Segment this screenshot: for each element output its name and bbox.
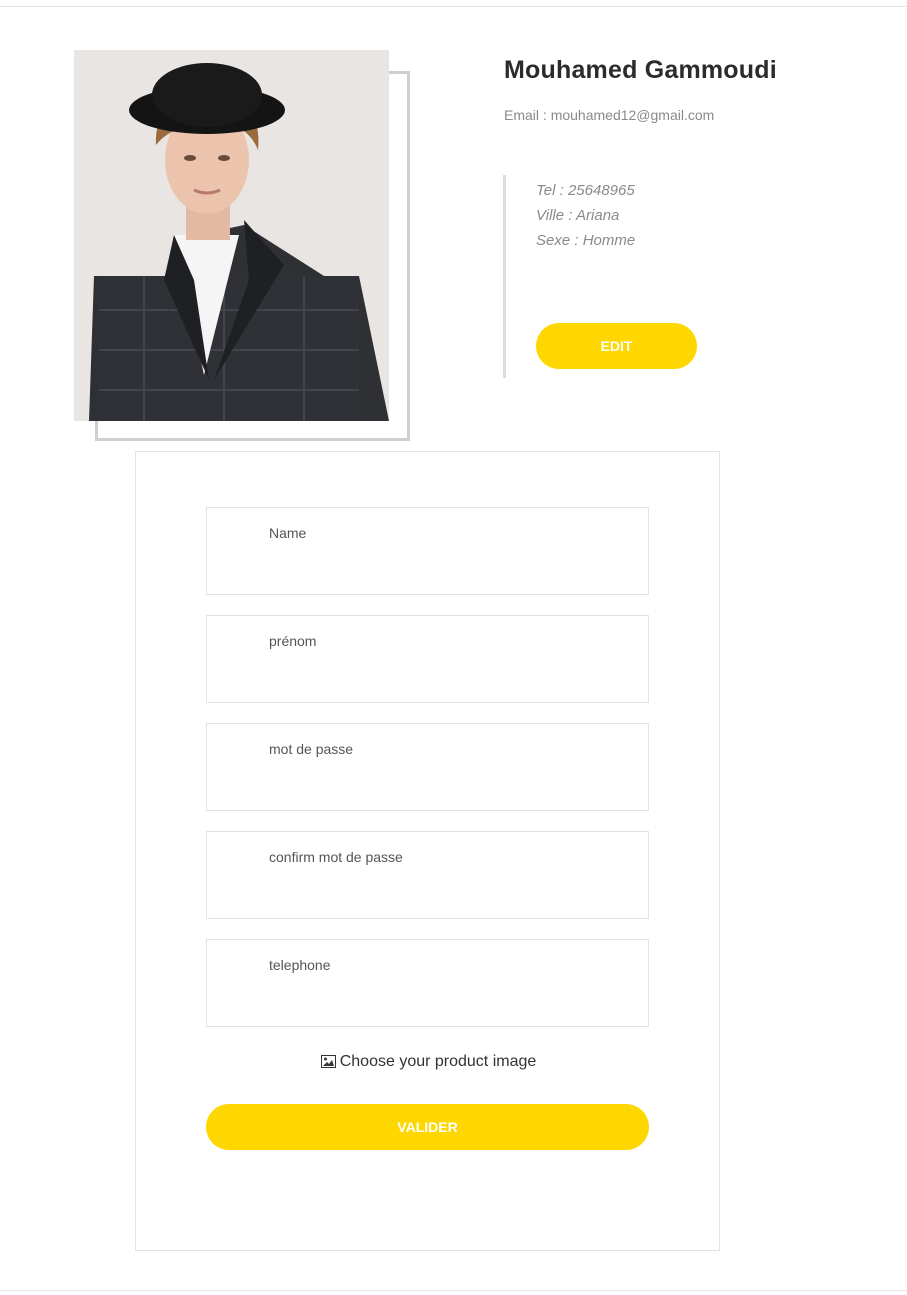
profile-details: Tel : 25648965 Ville : Ariana Sexe : Hom… xyxy=(536,178,635,253)
user-email: Email : mouhamed12@gmail.com xyxy=(504,107,714,123)
email-label: Email : xyxy=(504,107,547,123)
telephone-field[interactable]: telephone xyxy=(206,939,649,1027)
edit-button[interactable]: EDIT xyxy=(536,323,697,369)
image-picker[interactable]: Choose your product image xyxy=(136,1053,721,1073)
email-value: mouhamed12@gmail.com xyxy=(550,107,715,123)
confirm-password-input[interactable] xyxy=(269,874,629,904)
image-icon xyxy=(320,1055,336,1073)
detail-tel: Tel : 25648965 xyxy=(536,182,635,199)
name-field[interactable]: Name xyxy=(206,507,649,595)
prenom-field-label: prénom xyxy=(269,633,317,649)
password-input[interactable] xyxy=(269,766,629,796)
confirm-password-field-label: confirm mot de passe xyxy=(269,849,403,865)
password-field-label: mot de passe xyxy=(269,741,354,757)
telephone-input[interactable] xyxy=(269,982,629,1012)
edit-profile-form: Name prénom mot de passe confirm mot de … xyxy=(135,451,720,1251)
image-picker-label: Choose your product image xyxy=(339,1053,537,1070)
bottom-divider xyxy=(0,1290,907,1291)
prenom-field[interactable]: prénom xyxy=(206,615,649,703)
prenom-input[interactable] xyxy=(269,658,629,688)
name-field-label: Name xyxy=(269,525,307,541)
confirm-password-field[interactable]: confirm mot de passe xyxy=(206,831,649,919)
user-name: Mouhamed Gammoudi xyxy=(504,56,777,84)
detail-ville: Ville : Ariana xyxy=(536,207,620,224)
details-divider xyxy=(503,175,506,378)
top-divider xyxy=(0,6,907,7)
profile-photo xyxy=(74,50,389,421)
telephone-field-label: telephone xyxy=(269,957,331,973)
detail-sexe: Sexe : Homme xyxy=(536,232,636,249)
password-field[interactable]: mot de passe xyxy=(206,723,649,811)
valider-button[interactable]: VALIDER xyxy=(206,1104,649,1150)
name-input[interactable] xyxy=(269,550,629,580)
